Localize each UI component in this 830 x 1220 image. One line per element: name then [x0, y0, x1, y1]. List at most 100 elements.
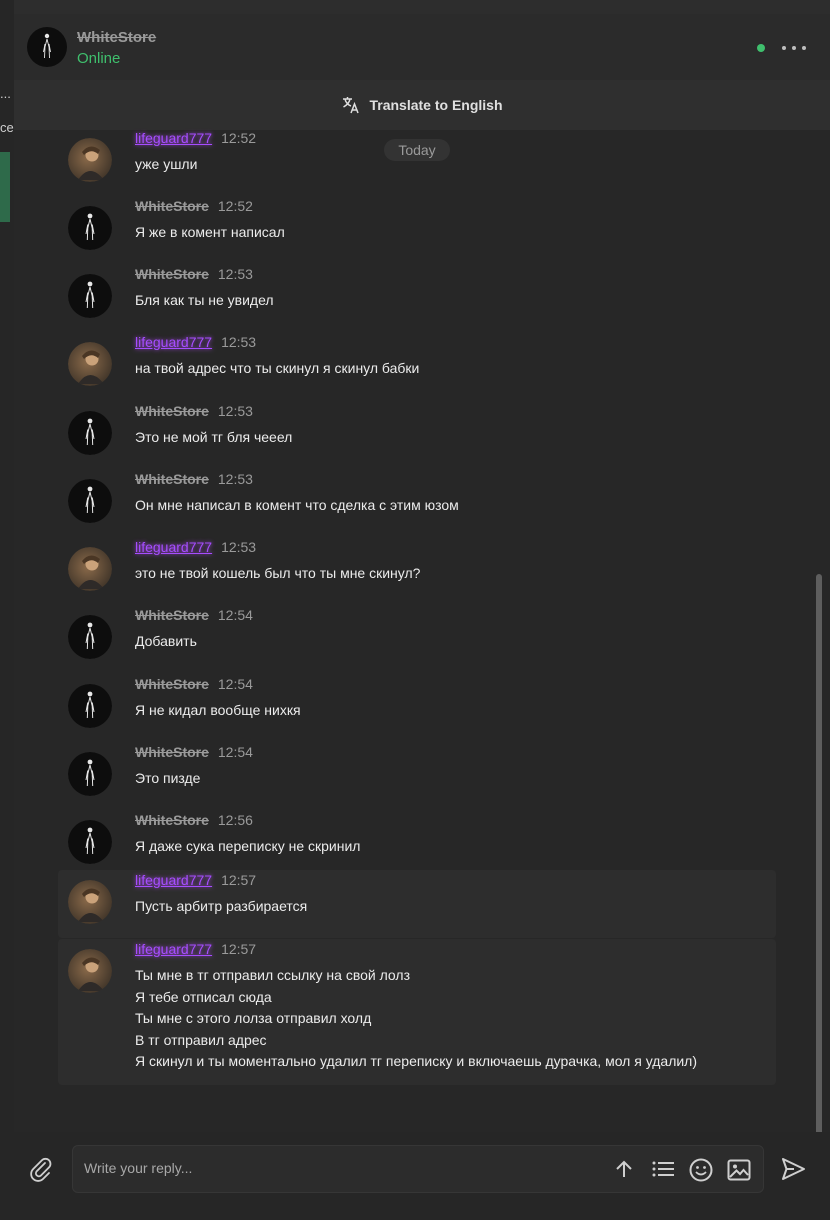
message-meta: lifeguard777 12:57 — [135, 941, 256, 957]
message-body: уже ушли — [135, 154, 197, 176]
message-meta: WhiteStore 12:53 — [135, 471, 253, 487]
message-time: 12:53 — [221, 539, 257, 555]
author-avatar[interactable] — [68, 479, 112, 523]
author-avatar[interactable] — [68, 949, 112, 993]
author-avatar[interactable] — [68, 820, 112, 864]
message-author[interactable]: WhiteStore — [135, 607, 209, 623]
message-meta: lifeguard777 12:53 — [135, 539, 256, 555]
reply-placeholder: Write your reply... — [84, 1160, 193, 1176]
message-line: Бля как ты не увидел — [135, 292, 274, 308]
list-icon[interactable] — [651, 1158, 675, 1185]
message-author[interactable]: lifeguard777 — [135, 334, 212, 350]
message-body: Он мне написал в комент что сделка с эти… — [135, 495, 459, 517]
author-avatar[interactable] — [68, 547, 112, 591]
translate-icon — [343, 97, 360, 114]
send-icon[interactable] — [780, 1156, 806, 1187]
chat-header: WhiteStore Online — [14, 14, 830, 80]
translate-label: Translate to English — [369, 97, 503, 113]
message-body: Пусть арбитр разбирается — [135, 896, 307, 918]
message-meta: lifeguard777 12:52 — [135, 130, 256, 146]
background-fragment-2: ce — [0, 120, 14, 135]
message-author[interactable]: WhiteStore — [135, 812, 209, 828]
arrow-up-icon[interactable] — [613, 1158, 635, 1185]
message-line: Ты мне в тг отправил ссылку на свой лолз — [135, 967, 410, 983]
author-avatar[interactable] — [68, 138, 112, 182]
image-icon[interactable] — [727, 1158, 751, 1187]
message-body: Добавить — [135, 631, 197, 653]
online-indicator — [757, 44, 765, 52]
message-line: Я даже сука переписку не скринил — [135, 838, 361, 854]
message-body: Я не кидал вообще нихкя — [135, 700, 301, 722]
message-meta: WhiteStore 12:53 — [135, 266, 253, 282]
reply-input[interactable]: Write your reply... — [72, 1145, 764, 1193]
chat-window: WhiteStore Online Translate to English T… — [14, 14, 830, 1220]
message-line: Я же в комент написал — [135, 224, 285, 240]
message-author[interactable]: lifeguard777 — [135, 872, 212, 888]
message-line: уже ушли — [135, 156, 198, 172]
contact-status: Online — [77, 50, 121, 67]
message-line: Я не кидал вообще нихкя — [135, 702, 301, 718]
author-avatar[interactable] — [68, 615, 112, 659]
message-time: 12:56 — [217, 812, 253, 828]
message-body: Бля как ты не увидел — [135, 290, 274, 312]
message-body: Я же в комент написал — [135, 222, 285, 244]
message-line: это не твой кошель был что ты мне скинул… — [135, 565, 421, 581]
background-green-block — [0, 152, 10, 222]
message-line: Это не мой тг бля чееел — [135, 429, 293, 445]
message-row: lifeguard777 12:57 Пусть арбитр разбираетс… — [58, 870, 776, 938]
message-meta: lifeguard777 12:57 — [135, 872, 256, 888]
message-time: 12:54 — [217, 676, 253, 692]
message-author[interactable]: lifeguard777 — [135, 539, 212, 555]
message-time: 12:52 — [221, 130, 257, 146]
message-author[interactable]: WhiteStore — [135, 403, 209, 419]
message-time: 12:53 — [217, 266, 253, 282]
message-row: lifeguard777 12:57 Ты мне в тг отправил сс… — [58, 939, 776, 1085]
message-author[interactable]: WhiteStore — [135, 471, 209, 487]
message-time: 12:53 — [221, 334, 257, 350]
contact-name[interactable]: WhiteStore — [77, 29, 156, 46]
paperclip-icon[interactable] — [26, 1154, 54, 1187]
author-avatar[interactable] — [68, 411, 112, 455]
author-avatar[interactable] — [68, 752, 112, 796]
message-meta: WhiteStore 12:54 — [135, 744, 253, 760]
scrollbar-thumb[interactable] — [816, 574, 822, 1139]
author-avatar[interactable] — [68, 274, 112, 318]
background-window-left: ... ce — [0, 0, 14, 1220]
message-line: Я скинул и ты моментально удалил тг пере… — [135, 1053, 698, 1069]
author-avatar[interactable] — [68, 880, 112, 924]
message-meta: WhiteStore 12:54 — [135, 676, 253, 692]
message-body: это не твой кошель был что ты мне скинул… — [135, 563, 420, 585]
message-author[interactable]: lifeguard777 — [135, 941, 212, 957]
emoji-icon[interactable] — [689, 1158, 713, 1187]
author-avatar[interactable] — [68, 342, 112, 386]
message-author[interactable]: WhiteStore — [135, 198, 209, 214]
message-body: Я даже сука переписку не скринил — [135, 836, 360, 858]
date-separator: Today — [384, 139, 450, 161]
message-body: Ты мне в тг отправил ссылку на свой лолз… — [135, 965, 697, 1073]
message-line: Добавить — [135, 633, 197, 649]
message-body: Это пизде — [135, 768, 200, 790]
message-time: 12:54 — [217, 607, 253, 623]
message-line: Ты мне с этого лолза отправил холд — [135, 1010, 372, 1026]
translate-bar[interactable]: Translate to English — [14, 80, 830, 130]
message-author[interactable]: lifeguard777 — [135, 130, 212, 146]
message-line: Он мне написал в комент что сделка с эти… — [135, 497, 459, 513]
message-line: Это пизде — [135, 770, 201, 786]
message-author[interactable]: WhiteStore — [135, 266, 209, 282]
message-time: 12:53 — [217, 471, 253, 487]
message-time: 12:57 — [221, 941, 257, 957]
message-meta: lifeguard777 12:53 — [135, 334, 256, 350]
more-options-icon[interactable] — [780, 39, 810, 57]
message-time: 12:52 — [217, 198, 253, 214]
message-time: 12:54 — [217, 744, 253, 760]
message-line: на твой адрес что ты скинул я скинул баб… — [135, 360, 420, 376]
author-avatar[interactable] — [68, 206, 112, 250]
background-fragment-1: ... — [0, 86, 11, 101]
message-time: 12:53 — [217, 403, 253, 419]
author-avatar[interactable] — [68, 684, 112, 728]
message-meta: WhiteStore 12:54 — [135, 607, 253, 623]
contact-avatar[interactable] — [27, 27, 67, 72]
message-author[interactable]: WhiteStore — [135, 744, 209, 760]
message-meta: WhiteStore 12:53 — [135, 403, 253, 419]
message-author[interactable]: WhiteStore — [135, 676, 209, 692]
